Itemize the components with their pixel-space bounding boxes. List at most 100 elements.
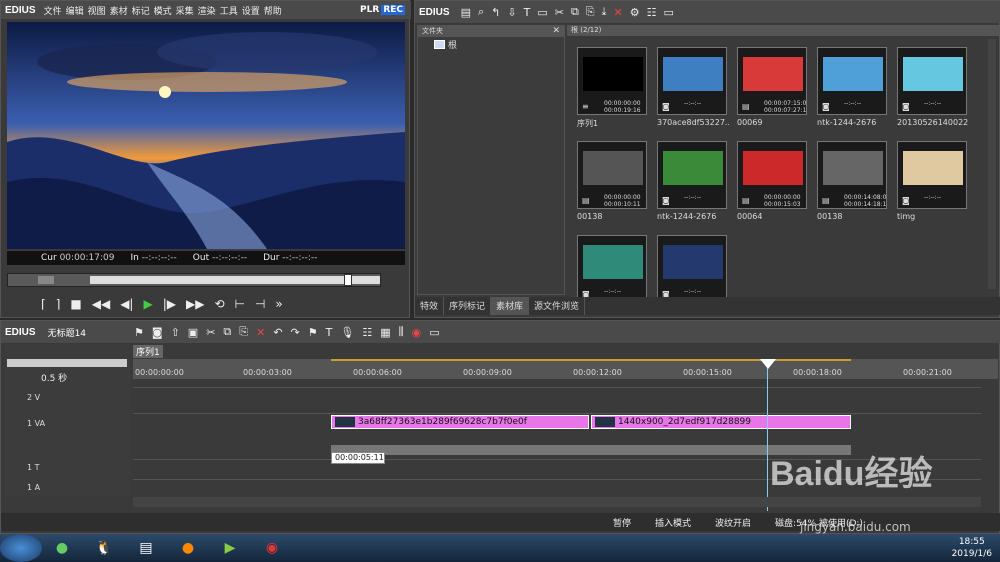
scrub-knob[interactable] xyxy=(344,274,352,286)
plr-button[interactable]: PLR xyxy=(360,5,379,15)
menu-render[interactable]: 渲染 xyxy=(198,4,216,17)
insert-icon[interactable]: ⊢ xyxy=(235,297,245,311)
search-icon[interactable]: ⌕ xyxy=(478,5,484,19)
timeline-clip[interactable]: 3a68ff27363e1b289f69628c7b7f0e0f xyxy=(331,415,589,429)
tab-effects[interactable]: 特效 xyxy=(415,297,445,315)
playhead[interactable] xyxy=(760,359,776,369)
zoom-slider[interactable] xyxy=(7,359,127,367)
marker-icon[interactable]: ⚑ xyxy=(308,326,318,339)
folder-icon[interactable]: ▤ xyxy=(461,6,471,19)
status-insert-mode: 插入模式 xyxy=(655,518,692,529)
cut-icon[interactable]: ✂ xyxy=(206,326,215,339)
menu-marker[interactable]: 标记 xyxy=(132,4,150,17)
copy-icon[interactable]: ⧉ xyxy=(571,5,579,19)
bin-scrollbar[interactable] xyxy=(988,39,996,289)
step-forward-icon[interactable]: |▶ xyxy=(163,297,176,311)
cut-icon[interactable]: ✂ xyxy=(555,6,564,19)
recorder-icon[interactable]: ◉ xyxy=(252,535,292,561)
timescale-select[interactable]: 0.5 秒 xyxy=(41,371,67,384)
track-label-1va[interactable]: 1 VA xyxy=(27,419,45,428)
overwrite-icon[interactable]: ⊣ xyxy=(255,297,265,311)
menu-tools[interactable]: 工具 xyxy=(220,4,238,17)
sequence-tab[interactable]: 序列1 xyxy=(133,345,163,358)
play-icon[interactable]: ▶ xyxy=(143,297,152,311)
tab-bin[interactable]: 素材库 xyxy=(491,297,530,315)
rewind-icon[interactable]: ◀◀ xyxy=(92,297,110,311)
undo-icon[interactable]: ↶ xyxy=(273,326,282,339)
ripple-delete-icon[interactable]: ✕ xyxy=(256,326,265,339)
save-icon[interactable]: ▣ xyxy=(188,326,198,339)
record-icon[interactable]: ◉ xyxy=(412,326,422,339)
title-icon[interactable]: T xyxy=(326,326,333,339)
step-back-icon[interactable]: ◀| xyxy=(120,297,133,311)
track-label-1a[interactable]: 1 A xyxy=(27,483,40,492)
stop-icon[interactable]: ■ xyxy=(70,297,81,311)
import-icon[interactable]: ⇩ xyxy=(507,6,516,19)
new-sequence-icon[interactable]: ⚑ xyxy=(134,326,144,339)
mic-icon[interactable]: 🎙 xyxy=(340,326,354,339)
timeline-scrollbar[interactable] xyxy=(133,497,981,507)
track-label-1t[interactable]: 1 T xyxy=(27,463,40,472)
firefox-icon[interactable]: ● xyxy=(168,535,208,561)
audio-mixer-icon[interactable]: ⫼ xyxy=(399,325,404,339)
paste-icon[interactable]: ⎘ xyxy=(586,5,595,19)
clip-item[interactable]: ◙ --:--:-- ntk-1244-2676 xyxy=(657,141,729,229)
tab-sequence-markers[interactable]: 序列标记 xyxy=(444,297,492,315)
more-icon[interactable]: » xyxy=(275,297,282,311)
folder-root[interactable]: 根 xyxy=(434,38,457,51)
snapshot-icon[interactable]: ◙ xyxy=(152,326,163,339)
status-ripple: 波纹开启 xyxy=(715,518,752,529)
monitor-icon[interactable]: ▭ xyxy=(537,6,547,19)
menu-help[interactable]: 帮助 xyxy=(264,4,282,17)
clip-item[interactable]: ▤ 00:00:14:08:03 00:00:14:18:13 00138 xyxy=(817,141,889,229)
properties-icon[interactable]: ⚙ xyxy=(630,6,640,19)
menu-clip[interactable]: 素材 xyxy=(110,4,128,17)
menu-mode[interactable]: 模式 xyxy=(154,4,172,17)
copy-icon[interactable]: ⧉ xyxy=(223,325,231,339)
menu-capture[interactable]: 采集 xyxy=(176,4,194,17)
player-scrubber[interactable] xyxy=(7,273,381,287)
menu-file[interactable]: 文件 xyxy=(44,4,62,17)
shuttle-slider[interactable] xyxy=(38,276,54,284)
layout-icon[interactable]: ▭ xyxy=(429,326,439,339)
timeline-ruler[interactable]: 00:00:00:00 00:00:03:00 00:00:06:00 00:0… xyxy=(133,359,998,379)
explorer-icon[interactable]: ▤ xyxy=(126,535,166,561)
delete-icon[interactable]: ✕ xyxy=(613,6,622,19)
clip-item[interactable]: ◙ --:--:-- 20130526140022... xyxy=(897,47,969,135)
up-folder-icon[interactable]: ↰ xyxy=(491,6,500,19)
browser-icon[interactable]: ● xyxy=(42,535,82,561)
fast-forward-icon[interactable]: ▶▶ xyxy=(186,297,204,311)
timeline-clip[interactable]: 1440x900_2d7edf917d28899 xyxy=(591,415,851,429)
loop-icon[interactable]: ⟲ xyxy=(214,297,224,311)
clip-item[interactable]: ≡ 00:00:00:00 00:00:19:16 序列1 xyxy=(577,47,649,135)
batch-icon[interactable]: ▭ xyxy=(663,6,673,19)
clip-item[interactable]: ▤ 00:00:07:15:06 00:00:07:27:18 00069 xyxy=(737,47,809,135)
close-icon[interactable]: ✕ xyxy=(552,26,560,36)
rec-button[interactable]: REC xyxy=(381,5,405,15)
menu-edit[interactable]: 编辑 xyxy=(66,4,84,17)
redo-icon[interactable]: ↷ xyxy=(291,326,300,339)
start-button[interactable] xyxy=(0,534,42,562)
clip-item[interactable]: ◙ --:--:-- timg xyxy=(897,141,969,229)
paste-icon[interactable]: ⎘ xyxy=(239,325,248,339)
track-label-2v[interactable]: 2 V xyxy=(27,393,40,402)
menu-settings[interactable]: 设置 xyxy=(242,4,260,17)
open-icon[interactable]: ⇧ xyxy=(171,326,180,339)
clip-item[interactable]: ◙ --:--:-- 370ace8df53227... xyxy=(657,47,729,135)
set-out-icon[interactable]: ⌉ xyxy=(56,297,61,311)
mixer-icon[interactable]: ☷ xyxy=(362,326,372,339)
add-to-timeline-icon[interactable]: ⤓ xyxy=(602,5,607,19)
set-in-icon[interactable]: ⌈ xyxy=(41,297,46,311)
view-icon[interactable]: ☷ xyxy=(647,6,657,19)
tab-source-browser[interactable]: 源文件浏览 xyxy=(529,297,586,315)
system-clock[interactable]: 18:55 2019/1/6 xyxy=(952,534,992,560)
clip-item[interactable]: ◙ --:--:-- ntk-1244-2676 xyxy=(817,47,889,135)
menu-view[interactable]: 视图 xyxy=(88,4,106,17)
clip-item[interactable]: ▤ 00:00:00:00 00:00:10:11 00138 xyxy=(577,141,649,229)
scrub-track[interactable] xyxy=(90,276,380,284)
grid-icon[interactable]: ▦ xyxy=(380,326,390,339)
clip-item[interactable]: ▤ 00:00:00:00 00:00:15:03 00064 xyxy=(737,141,809,229)
title-icon[interactable]: T xyxy=(524,6,531,19)
qq-icon[interactable]: 🐧 xyxy=(84,535,124,561)
edius-icon[interactable]: ▶ xyxy=(210,535,250,561)
